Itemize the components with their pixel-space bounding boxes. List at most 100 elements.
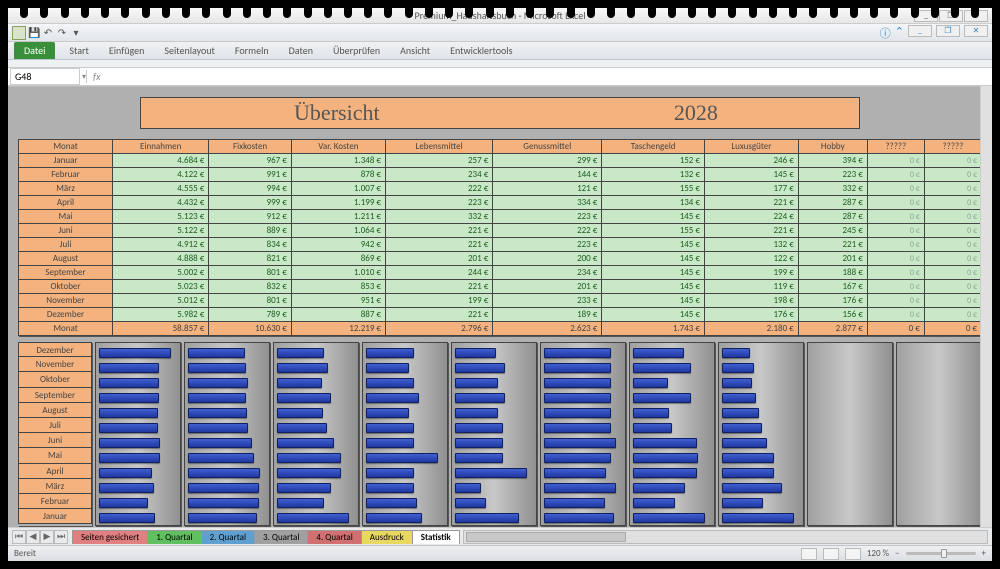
doc-restore[interactable]: ❐ bbox=[936, 25, 960, 37]
ribbon-tab-entwicklertools[interactable]: Entwicklertools bbox=[440, 42, 522, 59]
sheet-tab[interactable]: 2. Quartal bbox=[201, 530, 255, 544]
value-cell: 1.010 € bbox=[291, 266, 385, 280]
chart-month-label: Februar bbox=[18, 494, 92, 509]
sheet-tab[interactable]: 1. Quartal bbox=[147, 530, 201, 544]
ribbon-min-icon[interactable]: ⌃ bbox=[895, 25, 904, 41]
value-cell: 0 € bbox=[924, 168, 981, 182]
value-cell: 994 € bbox=[209, 182, 292, 196]
chart-bar bbox=[99, 348, 171, 358]
ribbon-tab-start[interactable]: Start bbox=[59, 42, 98, 59]
value-cell: 887 € bbox=[291, 308, 385, 322]
status-bar: Bereit 120 % − + bbox=[8, 545, 992, 561]
value-cell: 199 € bbox=[385, 294, 492, 308]
view-pagelayout-icon[interactable] bbox=[823, 548, 839, 560]
chart-bar bbox=[366, 363, 409, 373]
value-cell: 221 € bbox=[385, 308, 492, 322]
vertical-scrollbar[interactable] bbox=[980, 86, 992, 527]
sheet-tab[interactable]: Ausdruck bbox=[361, 530, 413, 544]
total-label: Monat bbox=[19, 322, 113, 336]
title-banner: Übersicht 2028 bbox=[140, 97, 860, 129]
sheet-tab[interactable]: 3. Quartal bbox=[254, 530, 308, 544]
value-cell: 222 € bbox=[493, 224, 602, 238]
value-cell: 198 € bbox=[704, 294, 798, 308]
ribbon-tab-daten[interactable]: Daten bbox=[279, 42, 323, 59]
value-cell: 4.122 € bbox=[113, 168, 209, 182]
view-normal-icon[interactable] bbox=[801, 548, 817, 560]
tab-nav-first-icon[interactable]: ⏮ bbox=[12, 530, 26, 544]
chart-bar bbox=[544, 393, 611, 403]
value-cell: 0 € bbox=[867, 168, 924, 182]
value-cell: 0 € bbox=[924, 308, 981, 322]
value-cell: 155 € bbox=[602, 182, 705, 196]
zoom-level[interactable]: 120 % bbox=[867, 548, 889, 559]
value-cell: 221 € bbox=[798, 238, 867, 252]
tab-nav-last-icon[interactable]: ⏭ bbox=[54, 530, 68, 544]
chart-bar bbox=[277, 423, 327, 433]
name-box[interactable]: G48 bbox=[10, 68, 80, 85]
value-cell: 789 € bbox=[209, 308, 292, 322]
value-cell: 1.064 € bbox=[291, 224, 385, 238]
ribbon-tab-seitenlayout[interactable]: Seitenlayout bbox=[154, 42, 225, 59]
ribbon-tab-ansicht[interactable]: Ansicht bbox=[390, 42, 440, 59]
chart-bar bbox=[633, 513, 705, 523]
help-icon[interactable]: ⓘ bbox=[880, 25, 891, 41]
chart-bar bbox=[633, 498, 675, 508]
zoom-out-icon[interactable]: − bbox=[895, 548, 899, 559]
col-header: Taschengeld bbox=[602, 140, 705, 154]
horizontal-scrollbar[interactable] bbox=[463, 530, 988, 544]
chart-bar bbox=[722, 408, 759, 418]
doc-minimize[interactable]: _ bbox=[908, 25, 932, 37]
zoom-in-icon[interactable]: + bbox=[982, 548, 986, 559]
chart-bar bbox=[722, 378, 752, 388]
chart-bar bbox=[188, 378, 248, 388]
doc-close[interactable]: ✕ bbox=[964, 25, 988, 37]
qat-dropdown-icon[interactable]: ▾ bbox=[70, 27, 82, 39]
value-cell: 991 € bbox=[209, 168, 292, 182]
chart-bar bbox=[277, 378, 322, 388]
value-cell: 0 € bbox=[867, 182, 924, 196]
undo-icon[interactable]: ↶ bbox=[42, 27, 54, 39]
value-cell: 167 € bbox=[798, 280, 867, 294]
worksheet-area[interactable]: Übersicht 2028 MonatEinnahmenFixkostenVa… bbox=[8, 86, 992, 527]
sheet-tab[interactable]: Statistik bbox=[412, 530, 460, 544]
value-cell: 201 € bbox=[798, 252, 867, 266]
month-cell: Februar bbox=[19, 168, 113, 182]
sheet-tab[interactable]: 4. Quartal bbox=[307, 530, 361, 544]
value-cell: 189 € bbox=[493, 308, 602, 322]
sheet-tab[interactable]: Seiten gesichert bbox=[72, 530, 148, 544]
value-cell: 145 € bbox=[602, 294, 705, 308]
tab-nav-prev-icon[interactable]: ◀ bbox=[26, 530, 40, 544]
chart-bar bbox=[455, 378, 498, 388]
chart-bar bbox=[188, 438, 252, 448]
fx-icon[interactable]: fx bbox=[93, 70, 100, 83]
col-header: ????? bbox=[924, 140, 981, 154]
value-cell: 145 € bbox=[602, 280, 705, 294]
chart-bar bbox=[188, 423, 248, 433]
chart-bar bbox=[366, 483, 414, 493]
chart-bar bbox=[633, 453, 698, 463]
window-titlebar: Premium_Haushaltsbuch - Microsoft Excel … bbox=[8, 8, 992, 24]
zoom-slider[interactable] bbox=[906, 552, 976, 555]
chart-month-label: Juli bbox=[18, 418, 92, 433]
chart-bar bbox=[366, 498, 417, 508]
tab-nav-next-icon[interactable]: ▶ bbox=[40, 530, 54, 544]
chart-column bbox=[451, 342, 537, 526]
view-pagebreak-icon[interactable] bbox=[845, 548, 861, 560]
chart-month-label: Juni bbox=[18, 433, 92, 448]
chart-bar bbox=[633, 378, 668, 388]
ribbon-tab-einfügen[interactable]: Einfügen bbox=[99, 42, 155, 59]
ribbon-tab-überprüfen[interactable]: Überprüfen bbox=[323, 42, 390, 59]
value-cell: 145 € bbox=[602, 238, 705, 252]
value-cell: 145 € bbox=[602, 308, 705, 322]
value-cell: 257 € bbox=[385, 154, 492, 168]
value-cell: 245 € bbox=[798, 224, 867, 238]
ribbon-tab-formeln[interactable]: Formeln bbox=[225, 42, 279, 59]
chart-bar bbox=[633, 438, 697, 448]
chart-bar bbox=[722, 483, 782, 493]
chart-bar bbox=[188, 498, 259, 508]
value-cell: 155 € bbox=[602, 224, 705, 238]
redo-icon[interactable]: ↷ bbox=[56, 27, 68, 39]
chart-bar bbox=[544, 438, 616, 448]
file-tab[interactable]: Datei bbox=[14, 42, 55, 59]
save-icon[interactable]: 💾 bbox=[28, 27, 40, 39]
